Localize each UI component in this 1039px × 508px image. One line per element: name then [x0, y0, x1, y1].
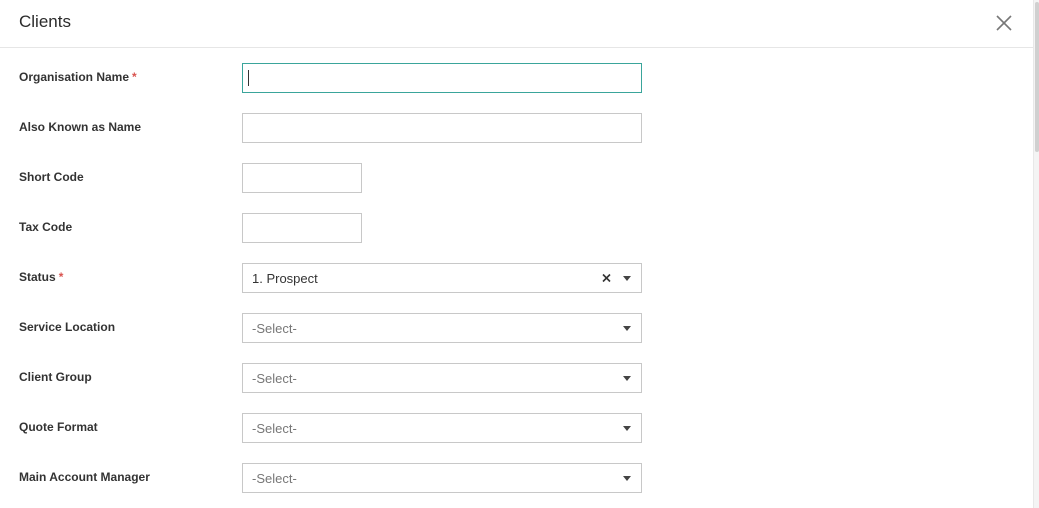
quote-format-label: Quote Format: [19, 420, 98, 434]
dialog-header: Clients: [0, 0, 1033, 48]
clear-icon[interactable]: [601, 271, 613, 285]
quote-format-select[interactable]: -Select-: [242, 413, 642, 443]
service-location-select[interactable]: -Select-: [242, 313, 642, 343]
quote-format-select-value: -Select-: [252, 421, 297, 436]
client-group-select[interactable]: -Select-: [242, 363, 642, 393]
tax-code-label: Tax Code: [19, 220, 73, 234]
close-icon: [996, 15, 1012, 31]
main-account-manager-select[interactable]: -Select-: [242, 463, 642, 493]
client-group-select-value: -Select-: [252, 371, 297, 386]
short-code-input[interactable]: [242, 163, 362, 193]
status-select[interactable]: 1. Prospect: [242, 263, 642, 293]
quote-format-row: Quote Format -Select-: [0, 413, 1030, 443]
chevron-down-icon: [623, 326, 631, 331]
main-account-manager-row: Main Account Manager -Select-: [0, 463, 1030, 493]
client-group-row: Client Group -Select-: [0, 363, 1030, 393]
organisation-name-input[interactable]: [242, 63, 642, 93]
tax-code-row: Tax Code: [0, 213, 1030, 243]
main-account-manager-select-value: -Select-: [252, 471, 297, 486]
short-code-row: Short Code: [0, 163, 1030, 193]
service-location-select-value: -Select-: [252, 321, 297, 336]
required-marker: *: [132, 70, 137, 84]
status-label-text: Status: [19, 270, 56, 284]
short-code-label: Short Code: [19, 170, 84, 184]
status-row: Status * 1. Prospect: [0, 263, 1030, 293]
dialog-title: Clients: [19, 12, 71, 31]
status-select-value: 1. Prospect: [252, 271, 318, 286]
main-account-manager-label: Main Account Manager: [19, 470, 150, 484]
also-known-as-label: Also Known as Name: [19, 120, 142, 134]
text-caret: [248, 70, 249, 86]
clients-dialog: Clients Organisation Name * Also Known as…: [0, 0, 1039, 508]
service-location-label: Service Location: [19, 320, 116, 334]
status-label: Status *: [19, 270, 63, 284]
vertical-scrollbar[interactable]: [1033, 0, 1039, 508]
tax-code-input[interactable]: [242, 213, 362, 243]
chevron-down-icon: [623, 476, 631, 481]
organisation-name-row: Organisation Name *: [0, 63, 1030, 93]
also-known-as-row: Also Known as Name: [0, 113, 1030, 143]
chevron-down-icon: [623, 426, 631, 431]
chevron-down-icon: [623, 376, 631, 381]
organisation-name-label: Organisation Name *: [19, 70, 137, 84]
close-button[interactable]: [994, 13, 1014, 33]
chevron-down-icon: [623, 276, 631, 281]
organisation-name-label-text: Organisation Name: [19, 70, 130, 84]
client-group-label: Client Group: [19, 370, 92, 384]
scrollbar-thumb[interactable]: [1035, 2, 1039, 152]
service-location-row: Service Location -Select-: [0, 313, 1030, 343]
also-known-as-input[interactable]: [242, 113, 642, 143]
required-marker: *: [58, 270, 64, 284]
